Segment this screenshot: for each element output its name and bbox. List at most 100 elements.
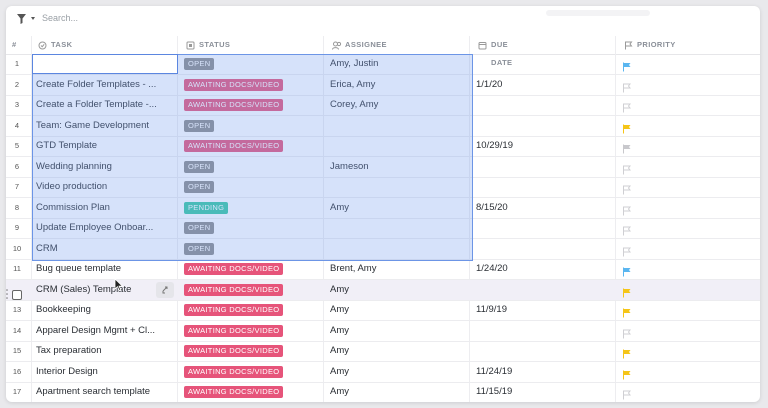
expand-icon	[162, 286, 168, 294]
table-row[interactable]: 15 Tax preparation AWAITING DOCS/VIDEO Amy	[6, 341, 760, 362]
status-badge[interactable]: OPEN	[184, 181, 215, 193]
due-date-cell[interactable]: 8/15/20	[476, 198, 508, 218]
due-date-cell[interactable]: 11/15/19	[476, 382, 512, 402]
task-name[interactable]: Update Employee Onboar...	[36, 218, 153, 238]
table-row[interactable]: 4 Team: Game Development OPEN	[6, 116, 760, 137]
priority-flag-icon[interactable]	[622, 305, 632, 318]
row-number: 3	[14, 100, 20, 109]
due-date-cell[interactable]: 11/24/19	[476, 362, 512, 382]
row-number: 1	[14, 59, 20, 68]
row-number: 11	[13, 264, 21, 273]
status-badge[interactable]: AWAITING DOCS/VIDEO	[184, 263, 284, 275]
status-badge[interactable]: AWAITING DOCS/VIDEO	[184, 140, 284, 152]
assignee-cell[interactable]: Amy	[330, 321, 349, 341]
row-number: 2	[14, 79, 20, 89]
expand-task-button[interactable]	[156, 282, 174, 298]
table-row[interactable]: 17 Apartment search template AWAITING DOCS…	[6, 382, 760, 402]
assignee-cell[interactable]: Brent, Amy	[330, 259, 376, 279]
task-name[interactable]: Team: Game Development	[36, 116, 149, 136]
priority-flag-icon[interactable]	[622, 367, 632, 379]
priority-flag-icon[interactable]	[622, 162, 632, 174]
task-name[interactable]: GTD Template	[36, 136, 97, 156]
row-number: 8	[14, 202, 20, 212]
status-badge[interactable]: AWAITING DOCS/VIDEO	[184, 365, 284, 378]
assignee-cell[interactable]: Erica, Amy	[330, 75, 375, 95]
assignee-cell[interactable]: Amy	[330, 198, 349, 218]
task-name[interactable]: Create a Folder Template -...	[36, 95, 157, 115]
task-name[interactable]: Create Folder Templates - ...	[36, 75, 156, 95]
task-name[interactable]: Bug queue template	[36, 259, 121, 279]
row-checkbox[interactable]	[12, 290, 22, 300]
task-name[interactable]: Wedding planning	[36, 157, 112, 177]
task-name[interactable]: Tax preparation	[36, 341, 101, 361]
assignee-cell[interactable]: Amy	[330, 382, 349, 402]
table-row[interactable]: 5 GTD Template AWAITING DOCS/VIDEO 10/29/19	[6, 136, 760, 157]
table-row[interactable]: 6 Wedding planning OPEN Jameson	[6, 157, 760, 178]
priority-flag-icon[interactable]	[622, 285, 632, 297]
status-badge[interactable]: AWAITING DOCS/VIDEO	[184, 283, 284, 296]
status-badge[interactable]: OPEN	[184, 119, 215, 132]
priority-flag-icon[interactable]	[622, 121, 632, 133]
status-badge[interactable]: AWAITING DOCS/VIDEO	[184, 78, 284, 91]
assignee-cell[interactable]: Corey, Amy	[330, 95, 378, 115]
row-drag-handle[interactable]	[6, 287, 22, 301]
task-name[interactable]: Apartment search template	[36, 382, 150, 402]
status-badge[interactable]: OPEN	[184, 58, 215, 70]
priority-flag-icon[interactable]	[622, 244, 632, 256]
priority-flag-icon[interactable]	[622, 223, 632, 236]
row-number: 6	[14, 161, 20, 171]
due-date-cell[interactable]: 1/24/20	[476, 259, 508, 279]
status-badge[interactable]: AWAITING DOCS/VIDEO	[184, 386, 284, 398]
table-row[interactable]: 3 Create a Folder Template -... AWAITING D…	[6, 95, 760, 116]
assignee-cell[interactable]: Amy	[330, 362, 349, 382]
status-badge[interactable]: AWAITING DOCS/VIDEO	[184, 324, 284, 337]
task-name[interactable]: Commission Plan	[36, 198, 110, 218]
status-badge[interactable]: OPEN	[184, 222, 215, 234]
priority-flag-icon[interactable]	[622, 264, 632, 277]
task-name[interactable]: CRM	[36, 239, 58, 259]
status-badge[interactable]: AWAITING DOCS/VIDEO	[184, 304, 284, 316]
table-row[interactable]: 8 Commission Plan PENDING Amy 8/15/20	[6, 198, 760, 219]
table-row[interactable]: 11 Bug queue template AWAITING DOCS/VIDEO B…	[6, 259, 760, 280]
table-row[interactable]: 16 Interior Design AWAITING DOCS/VIDEO Amy 1…	[6, 362, 760, 383]
priority-flag-icon[interactable]	[622, 326, 632, 338]
table-row[interactable]: 9 Update Employee Onboar... OPEN	[6, 218, 760, 239]
due-date-cell[interactable]: 11/9/19	[476, 300, 507, 320]
task-name[interactable]: Video production	[36, 177, 107, 197]
status-badge[interactable]: PENDING	[184, 201, 229, 214]
priority-flag-icon[interactable]	[622, 387, 632, 400]
search-input[interactable]: Search...	[42, 10, 78, 26]
table-row[interactable]: 2 Create Folder Templates - ... AWAITING D…	[6, 75, 760, 96]
table-row[interactable]: 14 Apparel Design Mgmt + Cl... AWAITING DO…	[6, 321, 760, 342]
table-row[interactable]: 10 CRM OPEN	[6, 239, 760, 260]
table-row[interactable]: 7 Video production OPEN	[6, 177, 760, 198]
task-name[interactable]: Bookkeeping	[36, 300, 91, 320]
priority-flag-icon[interactable]	[622, 346, 632, 359]
filter-button[interactable]	[16, 12, 40, 26]
table-row[interactable]: 13 Bookkeeping AWAITING DOCS/VIDEO Amy 11/9/…	[6, 300, 760, 321]
due-date-cell[interactable]: 10/29/19	[476, 136, 513, 156]
priority-flag-icon[interactable]	[622, 59, 632, 72]
flag-icon	[625, 41, 633, 50]
task-name[interactable]: Apparel Design Mgmt + Cl...	[36, 321, 155, 341]
priority-flag-icon[interactable]	[622, 80, 632, 92]
priority-flag-icon[interactable]	[622, 182, 632, 195]
assignee-cell[interactable]: Amy, Justin	[330, 54, 378, 74]
status-badge[interactable]: OPEN	[184, 160, 215, 173]
assignee-cell[interactable]: Amy	[330, 280, 349, 300]
due-date-cell[interactable]: 1/1/20	[476, 75, 502, 95]
task-name[interactable]: Interior Design	[36, 362, 98, 382]
priority-flag-icon[interactable]	[622, 203, 632, 215]
assignee-cell[interactable]: Jameson	[330, 157, 369, 177]
status-badge[interactable]: AWAITING DOCS/VIDEO	[184, 345, 284, 357]
priority-flag-icon[interactable]	[622, 141, 632, 154]
active-cell[interactable]	[32, 54, 178, 74]
assignee-cell[interactable]: Amy	[330, 341, 349, 361]
toolbar-pill	[546, 10, 650, 16]
priority-flag-icon[interactable]	[622, 100, 632, 113]
mouse-cursor-icon	[114, 278, 124, 292]
table-header: # TASK NAME STATUS ASSIGNEE DUE DATE PRI…	[6, 36, 760, 67]
status-badge[interactable]: AWAITING DOCS/VIDEO	[184, 99, 284, 111]
assignee-cell[interactable]: Amy	[330, 300, 349, 320]
status-badge[interactable]: OPEN	[184, 242, 215, 255]
